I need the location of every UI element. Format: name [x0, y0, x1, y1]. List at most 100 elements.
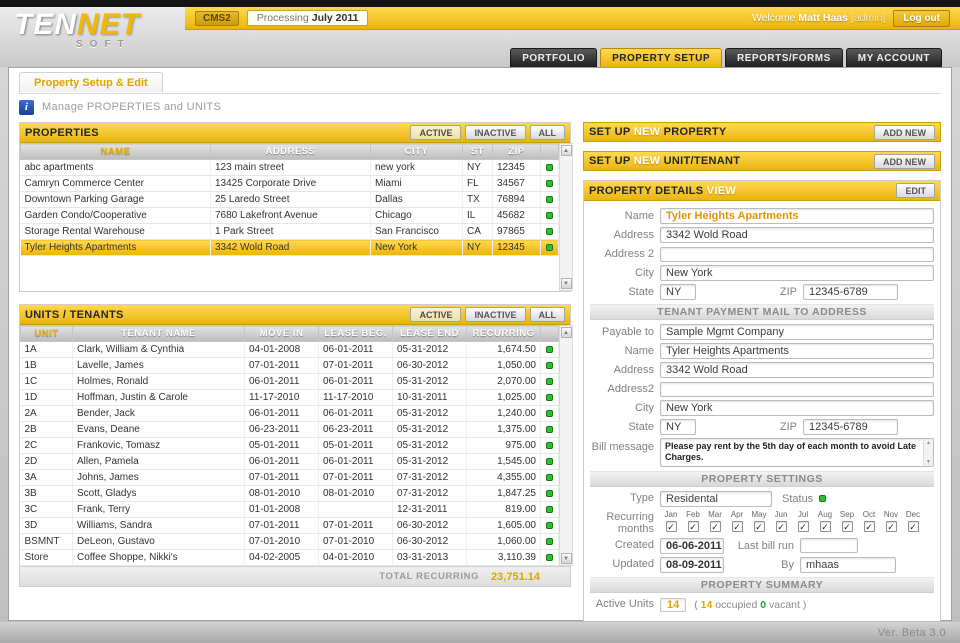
unit-tenant-row[interactable]: 1A Clark, William & Cynthia 04-01-2008 06-0…: [20, 341, 559, 358]
unit-tenant-row[interactable]: 3B Scott, Gladys 08-01-2010 08-01-2010 07-31…: [20, 485, 559, 502]
tab-my-account[interactable]: MY ACCOUNT: [845, 48, 942, 67]
month-checkbox-checked[interactable]: ✓: [907, 520, 919, 532]
unit-tenant-row[interactable]: 2D Allen, Pamela 06-01-2011 06-01-2011 05-31…: [20, 453, 559, 470]
col-city[interactable]: CITY: [370, 143, 463, 160]
properties-scrollbar[interactable]: ▲ ▼: [559, 143, 573, 291]
field-row-address2: Address 2: [590, 246, 934, 262]
month-checkbox-checked[interactable]: ✓: [709, 520, 721, 532]
properties-filter-active[interactable]: ACTIVE: [410, 125, 462, 140]
scroll-up-icon[interactable]: ▲: [560, 327, 572, 338]
month-checkbox-checked[interactable]: ✓: [797, 520, 809, 532]
address-field: 3342 Wold Road: [660, 227, 934, 243]
col-address[interactable]: ADDRESS: [210, 143, 371, 160]
property-row[interactable]: Tyler Heights Apartments 3342 Wold Road Ne…: [20, 239, 559, 256]
month-checkbox-checked[interactable]: ✓: [819, 520, 831, 532]
recurring-amount: 1,545.00: [466, 453, 541, 470]
month-checkbox-checked[interactable]: ✓: [687, 520, 699, 532]
units-filter-all[interactable]: ALL: [529, 307, 565, 322]
unit-tenant-row[interactable]: 2A Bender, Jack 06-01-2011 06-01-2011 05-31-…: [20, 405, 559, 422]
property-row[interactable]: Storage Rental Warehouse 1 Park Street San…: [20, 223, 559, 240]
info-bar: i Manage PROPERTIES and UNITS: [19, 94, 941, 120]
mail-city-field: New York: [660, 400, 934, 416]
properties-filter-all[interactable]: ALL: [529, 125, 565, 140]
tab-portfolio[interactable]: PORTFOLIO: [510, 48, 598, 67]
edit-property-button[interactable]: EDIT: [896, 183, 935, 198]
active-status-dot: [546, 473, 553, 481]
col-lease-beg[interactable]: LEASE BEG.: [318, 325, 393, 342]
move-in-date: 06-23-2011: [244, 421, 319, 438]
property-row[interactable]: Garden Condo/Cooperative 7680 Lakefront A…: [20, 207, 559, 224]
units-filter-inactive[interactable]: INACTIVE: [465, 307, 526, 322]
month-checkbox-checked[interactable]: ✓: [841, 520, 853, 532]
scroll-down-icon[interactable]: ▼: [926, 458, 931, 466]
info-bar-text: Manage PROPERTIES and UNITS: [42, 101, 222, 113]
col-zip[interactable]: ZIP: [492, 143, 541, 160]
unit-tenant-row[interactable]: 1B Lavelle, James 07-01-2011 07-01-2011 06-3…: [20, 357, 559, 374]
scroll-down-icon[interactable]: ▼: [560, 278, 572, 289]
property-row[interactable]: Downtown Parking Garage 25 Laredo Street D…: [20, 191, 559, 208]
lease-end-date: 07-31-2012: [392, 485, 467, 502]
unit-tenant-row[interactable]: 3C Frank, Terry 01-01-2008 12-31-2011 819.00: [20, 501, 559, 518]
property-state: NY: [462, 159, 493, 176]
col-move-in[interactable]: MOVE IN: [244, 325, 319, 342]
recurring-amount: 1,375.00: [466, 421, 541, 438]
unit-tenant-row[interactable]: Store Coffee Shoppe, Nikki's 04-02-2005 04-…: [20, 549, 559, 566]
bill-message-scrollbar[interactable]: ▲ ▼: [923, 439, 933, 466]
app-logo: TENNET SOFT: [14, 9, 182, 51]
month-checkbox-checked[interactable]: ✓: [731, 520, 743, 532]
add-new-property-button[interactable]: ADD NEW: [874, 124, 935, 140]
subtab-property-setup-edit[interactable]: Property Setup & Edit: [19, 72, 163, 93]
tenant-name: Johns, James: [72, 469, 245, 486]
col-unit[interactable]: UNIT: [20, 325, 73, 342]
col-st[interactable]: ST: [462, 143, 493, 160]
unit-tenant-row[interactable]: 1C Holmes, Ronald 06-01-2011 06-01-2011 05-3…: [20, 373, 559, 390]
move-in-date: 11-17-2010: [244, 389, 319, 406]
month-checkbox-checked[interactable]: ✓: [863, 520, 875, 532]
unit-tenant-row[interactable]: BSMNT DeLeon, Gustavo 07-01-2010 07-01-2010…: [20, 533, 559, 550]
scroll-up-icon[interactable]: ▲: [926, 439, 931, 447]
title-post: PROPERTY: [663, 126, 727, 138]
col-lease-end[interactable]: LEASE END: [392, 325, 467, 342]
month-checkbox-checked[interactable]: ✓: [885, 520, 897, 532]
logout-button[interactable]: Log out: [893, 9, 950, 27]
property-details-body: Name Tyler Heights Apartments Address 33…: [584, 201, 940, 622]
title-post: UNIT/TENANT: [663, 155, 741, 167]
scroll-down-icon[interactable]: ▼: [560, 553, 572, 564]
mail-state-label: State: [628, 420, 654, 433]
month-checkbox-checked[interactable]: ✓: [753, 520, 765, 532]
properties-filter-inactive[interactable]: INACTIVE: [465, 125, 526, 140]
main-columns: PROPERTIES ACTIVE INACTIVE ALL NAME ADDR…: [19, 122, 941, 623]
unit-tenant-row[interactable]: 1D Hoffman, Justin & Carole 11-17-2010 11-1…: [20, 389, 559, 406]
property-row[interactable]: abc apartments 123 main street new york NY 1…: [20, 159, 559, 176]
month-label: Apr: [730, 509, 744, 519]
month-checkbox-checked[interactable]: ✓: [775, 520, 787, 532]
col-tenant-name[interactable]: TENANT NAME: [72, 325, 245, 342]
unit-tenant-row[interactable]: 3D Williams, Sandra 07-01-2011 07-01-2011 06…: [20, 517, 559, 534]
units-scrollbar[interactable]: ▲ ▼: [559, 325, 573, 566]
name-field: Tyler Heights Apartments: [660, 208, 934, 224]
property-city: Miami: [370, 175, 463, 192]
month-oct: Oct ✓: [858, 510, 880, 532]
field-row-bill-message: Bill message Please pay rent by the 5th …: [590, 438, 934, 467]
property-row[interactable]: Camryn Commerce Center 13425 Corporate Dr…: [20, 175, 559, 192]
field-row-name: Name Tyler Heights Apartments: [590, 208, 934, 224]
lease-begin-date: 08-01-2010: [318, 485, 393, 502]
right-column: SET UP NEW PROPERTY ADD NEW SET UP NEW U…: [583, 122, 941, 623]
month-label: Dec: [905, 509, 921, 519]
month-checkbox-checked[interactable]: ✓: [665, 520, 677, 532]
unit-tenant-row[interactable]: 2B Evans, Deane 06-23-2011 06-23-2011 05-31-…: [20, 421, 559, 438]
col-recurring[interactable]: RECURRING: [466, 325, 541, 342]
tenant-name: Hoffman, Justin & Carole: [72, 389, 245, 406]
month-mar: Mar ✓: [704, 510, 726, 532]
tab-property-setup[interactable]: PROPERTY SETUP: [600, 48, 723, 67]
units-filter-active[interactable]: ACTIVE: [410, 307, 462, 322]
tab-reports-forms[interactable]: REPORTS/FORMS: [725, 48, 843, 67]
col-name[interactable]: NAME: [20, 143, 211, 160]
month-label: Jan: [664, 509, 678, 519]
unit-tenant-row[interactable]: 3A Johns, James 07-01-2011 07-01-2011 07-31-…: [20, 469, 559, 486]
city-label: City: [635, 266, 654, 279]
lease-end-date: 03-31-2013: [392, 549, 467, 566]
scroll-up-icon[interactable]: ▲: [560, 145, 572, 156]
add-new-unit-button[interactable]: ADD NEW: [874, 153, 935, 169]
unit-tenant-row[interactable]: 2C Frankovic, Tomasz 05-01-2011 05-01-2011 0…: [20, 437, 559, 454]
